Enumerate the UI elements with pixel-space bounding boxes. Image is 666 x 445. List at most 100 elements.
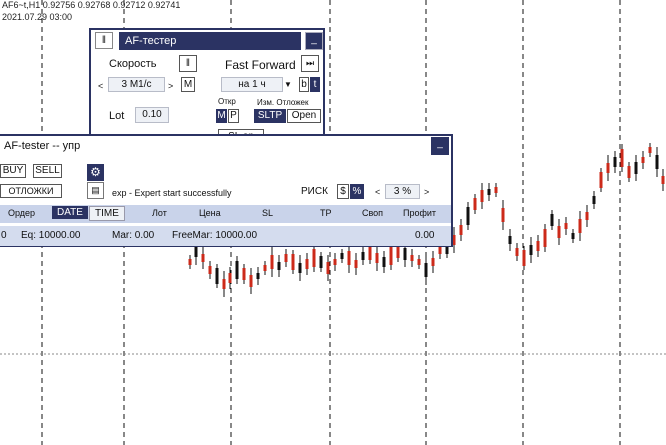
candle-body: [487, 189, 491, 195]
candle-body: [536, 241, 540, 251]
candle-body: [438, 246, 442, 254]
candle-body: [522, 250, 526, 266]
candle-body: [459, 225, 463, 235]
candle-body: [382, 257, 386, 267]
candle-body: [557, 226, 561, 238]
candle-body: [298, 263, 302, 273]
gear-icon[interactable]: ⚙: [87, 164, 104, 181]
sell-button[interactable]: SELL: [33, 164, 62, 178]
candle-body: [340, 253, 344, 259]
lot-input[interactable]: 0.10: [135, 107, 169, 123]
speed-prev-button[interactable]: <: [98, 81, 103, 91]
candle-body: [208, 266, 212, 274]
minimize-icon[interactable]: _: [305, 32, 323, 50]
orders-table-header: Ордер DATE TIME Лот Цена SL TP Своп Проф…: [0, 205, 451, 223]
orders-count: 0: [1, 230, 7, 241]
sltp-button[interactable]: SLTP: [254, 109, 286, 123]
chevron-down-icon[interactable]: ▼: [284, 80, 292, 89]
candle-body: [263, 265, 267, 271]
tester-title: AF-тестер: [119, 32, 301, 50]
status-text: exp - Expert start successfully: [112, 188, 232, 198]
account-summary: 0 Eq: 10000.00 Mar: 0.00 FreeMar: 10000.…: [0, 226, 451, 246]
pending-orders-button[interactable]: ОТЛОЖКИ: [0, 184, 62, 198]
candle-body: [347, 251, 351, 265]
candle-body: [188, 259, 192, 265]
candle-body: [599, 172, 603, 188]
candle-body: [277, 262, 281, 270]
candle-body: [333, 259, 337, 265]
candle-body: [389, 247, 393, 265]
candle-body: [403, 248, 407, 260]
candle-body: [515, 248, 519, 256]
candle-body: [480, 190, 484, 202]
candle-body: [627, 166, 631, 178]
candle-body: [291, 254, 295, 270]
candle-body: [417, 259, 421, 265]
candle-body: [494, 187, 498, 193]
main-panel: AF-tester -- упр _ BUY SELL ОТЛОЖКИ ⚙ ▤ …: [0, 134, 453, 247]
candle-body: [270, 255, 274, 269]
free-margin-value: FreeMar: 10000.00: [172, 230, 258, 241]
candle-body: [550, 214, 554, 226]
candle-body: [235, 261, 239, 279]
candle-body: [215, 268, 219, 284]
speed-next-button[interactable]: >: [168, 81, 173, 91]
sort-date-button[interactable]: DATE: [52, 206, 88, 219]
column-sl: SL: [262, 208, 274, 218]
tester-title-bar: ‖ AF-тестер _: [93, 32, 323, 50]
chart-symbol-info: AF6~t,H1 0.92756 0.92768 0.92712 0.92741: [2, 0, 181, 10]
candle-body: [571, 233, 575, 239]
b-button[interactable]: b: [299, 77, 309, 92]
candle-body: [312, 249, 316, 267]
candle-body: [375, 253, 379, 263]
pending-edit-label: Изм. Отложек: [257, 98, 309, 107]
skip-forward-icon[interactable]: ⏭: [301, 55, 319, 72]
open-button[interactable]: Open: [287, 109, 321, 123]
risk-prev-button[interactable]: <: [375, 187, 380, 197]
candle-body: [661, 176, 665, 184]
candle-body: [648, 147, 652, 153]
candle-body: [620, 149, 624, 167]
candle-body: [564, 223, 568, 229]
column-price: Цена: [199, 208, 221, 218]
lot-label: Lot: [109, 110, 125, 122]
risk-next-button[interactable]: >: [424, 187, 429, 197]
sort-time-button[interactable]: TIME: [89, 206, 125, 221]
open-p-button[interactable]: P: [228, 109, 239, 123]
open-m-button[interactable]: M: [216, 109, 227, 123]
minimize-icon[interactable]: _: [431, 137, 449, 155]
speed-label: Скорость: [109, 58, 157, 70]
candle-body: [222, 279, 226, 289]
speed-value: 3 М1/с: [108, 77, 165, 92]
candle-body: [613, 157, 617, 167]
candle-body: [529, 245, 533, 255]
candle-body: [501, 208, 505, 222]
candle-body: [410, 255, 414, 261]
risk-percent-button[interactable]: %: [350, 184, 364, 199]
column-profit: Профит: [403, 208, 437, 218]
candle-body: [641, 157, 645, 163]
period-select[interactable]: на 1 ч: [221, 77, 283, 92]
candle-body: [543, 229, 547, 247]
candle-body: [655, 155, 659, 169]
risk-dollar-button[interactable]: $: [337, 184, 349, 199]
candle-body: [466, 207, 470, 225]
column-lot: Лот: [152, 208, 167, 218]
candle-body: [319, 256, 323, 268]
candle-body: [201, 254, 205, 262]
risk-label: РИСК: [301, 186, 328, 197]
clipboard-icon[interactable]: ▤: [87, 182, 104, 199]
candle-body: [424, 263, 428, 277]
pause-icon[interactable]: ‖: [95, 32, 113, 49]
candle-body: [326, 262, 330, 274]
t-button[interactable]: t: [310, 77, 320, 92]
risk-input[interactable]: 3 %: [385, 184, 420, 199]
candle-body: [305, 259, 309, 269]
candle-body: [578, 219, 582, 233]
candle-body: [396, 246, 400, 258]
margin-value: Mar: 0.00: [112, 230, 155, 241]
buy-button[interactable]: BUY: [0, 164, 26, 178]
candle-body: [585, 212, 589, 220]
m-button[interactable]: M: [181, 77, 195, 92]
speed-pause-icon[interactable]: ‖: [179, 55, 197, 72]
